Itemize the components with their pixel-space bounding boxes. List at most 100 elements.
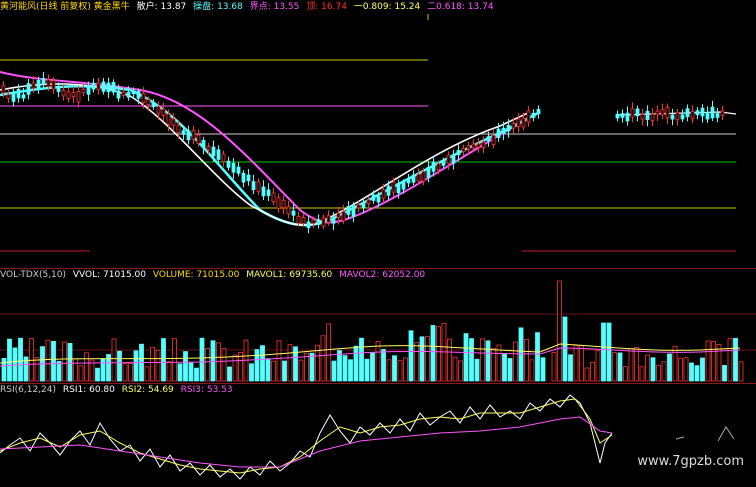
- candle-body: [665, 107, 670, 119]
- volume-bar: [95, 367, 100, 382]
- candle-body: [700, 107, 705, 117]
- volume-bar: [529, 359, 535, 382]
- volume-bar: [513, 341, 518, 382]
- volume-bar: [326, 323, 331, 382]
- volume-bar: [419, 336, 425, 382]
- candle-body: [46, 79, 51, 87]
- volume-bar: [623, 366, 628, 382]
- candle-body: [1, 84, 6, 94]
- volume-bar: [18, 337, 23, 382]
- volume-bar: [447, 338, 452, 382]
- mavol1-value: MAVOL1: 69735.60: [246, 270, 333, 280]
- candle-body: [536, 109, 541, 115]
- volume-bar: [100, 358, 106, 382]
- volume-bar: [727, 338, 733, 382]
- candle-body: [371, 194, 376, 201]
- candle-body: [126, 91, 131, 98]
- candle-body: [406, 179, 411, 184]
- candle-body: [640, 114, 645, 120]
- volume-bar: [595, 350, 601, 382]
- volume-bar: [386, 359, 392, 382]
- candle-body: [426, 166, 431, 178]
- candle-body: [6, 94, 11, 99]
- candle-body: [106, 82, 111, 93]
- push-value: 顶: 16.74: [306, 2, 347, 12]
- volume-bar: [634, 347, 639, 382]
- volume-bar: [128, 363, 133, 382]
- candle-body: [501, 127, 506, 134]
- volume-bar: [700, 357, 705, 382]
- volume-bar: [172, 338, 177, 382]
- candle-body: [516, 118, 521, 127]
- candle-body: [86, 85, 91, 95]
- candle-body: [421, 171, 426, 182]
- candle-body: [116, 90, 121, 99]
- volume-bars: [1, 280, 744, 382]
- candle-body: [206, 146, 211, 151]
- candlesticks: [1, 71, 725, 234]
- volume-bar: [480, 338, 485, 382]
- candle-body: [526, 110, 531, 123]
- candle-body: [660, 109, 665, 116]
- candle-body: [476, 143, 481, 148]
- volume-bar: [524, 338, 529, 382]
- volume-bar: [579, 345, 584, 382]
- volume-bar: [397, 360, 403, 382]
- volume-bar: [34, 357, 40, 382]
- candle-body: [36, 79, 41, 89]
- candle-body: [481, 141, 486, 148]
- volume-bar: [474, 358, 480, 382]
- rsi1-value: RSI1: 60.80: [62, 385, 115, 395]
- candle-body: [650, 113, 655, 121]
- volume-bar: [117, 350, 122, 382]
- volume-bar: [282, 360, 287, 382]
- watermark: www.7gpzb.com: [637, 454, 744, 469]
- candle-body: [301, 217, 306, 224]
- volume-bar: [183, 351, 188, 382]
- candle-body: [181, 130, 186, 135]
- volume-bar: [568, 354, 573, 382]
- volume-bar: [656, 364, 661, 382]
- candle-body: [695, 110, 700, 116]
- volume-bar: [342, 355, 348, 382]
- candle-body: [81, 88, 86, 93]
- candle-body: [386, 185, 391, 196]
- candle-body: [356, 204, 361, 209]
- volume-bar: [469, 338, 474, 382]
- volume-bar: [56, 361, 62, 382]
- ma-white: [0, 83, 531, 226]
- candle-body: [231, 162, 236, 173]
- volume-bar: [694, 365, 700, 382]
- rsi-panel[interactable]: RSI(6,12,24) RSI1: 60.80 RSI2: 54.69 RSI…: [0, 383, 756, 487]
- candle-body: [56, 87, 61, 92]
- volume-bar: [73, 358, 78, 382]
- volume-bar: [722, 365, 727, 382]
- volume-bar: [606, 322, 612, 382]
- candle-body: [391, 181, 396, 193]
- volume-bar: [227, 366, 232, 382]
- candle-body: [625, 112, 630, 122]
- candle-body: [76, 91, 81, 103]
- volume-bar: [403, 357, 408, 382]
- volume-bar: [199, 337, 205, 382]
- volume-bar: [331, 360, 337, 382]
- price-plot: [0, 14, 737, 252]
- candle-body: [166, 113, 171, 125]
- candle-body: [461, 148, 466, 152]
- volume-bar: [535, 332, 540, 382]
- volume-bar: [205, 348, 210, 382]
- candle-body: [61, 89, 66, 97]
- volume-bar: [287, 344, 293, 382]
- candle-body: [241, 172, 246, 183]
- rsi-plot: [0, 394, 735, 480]
- price-chart-panel[interactable]: 黄河能风(日线 前复权) 黄金黑牛 散户: 13.87 操盘: 13.68 界点…: [0, 0, 756, 268]
- volume-bar: [166, 361, 172, 382]
- rsi1-line: [0, 394, 613, 480]
- candle-body: [466, 145, 471, 150]
- candle-body: [296, 216, 301, 224]
- volume-panel[interactable]: VOL-TDX(5,10) VVOL: 71015.00 VOLUME: 710…: [0, 268, 756, 383]
- volume-bar: [265, 358, 271, 382]
- volume-bar: [425, 336, 430, 382]
- candle-body: [630, 108, 635, 118]
- candle-body: [101, 81, 106, 92]
